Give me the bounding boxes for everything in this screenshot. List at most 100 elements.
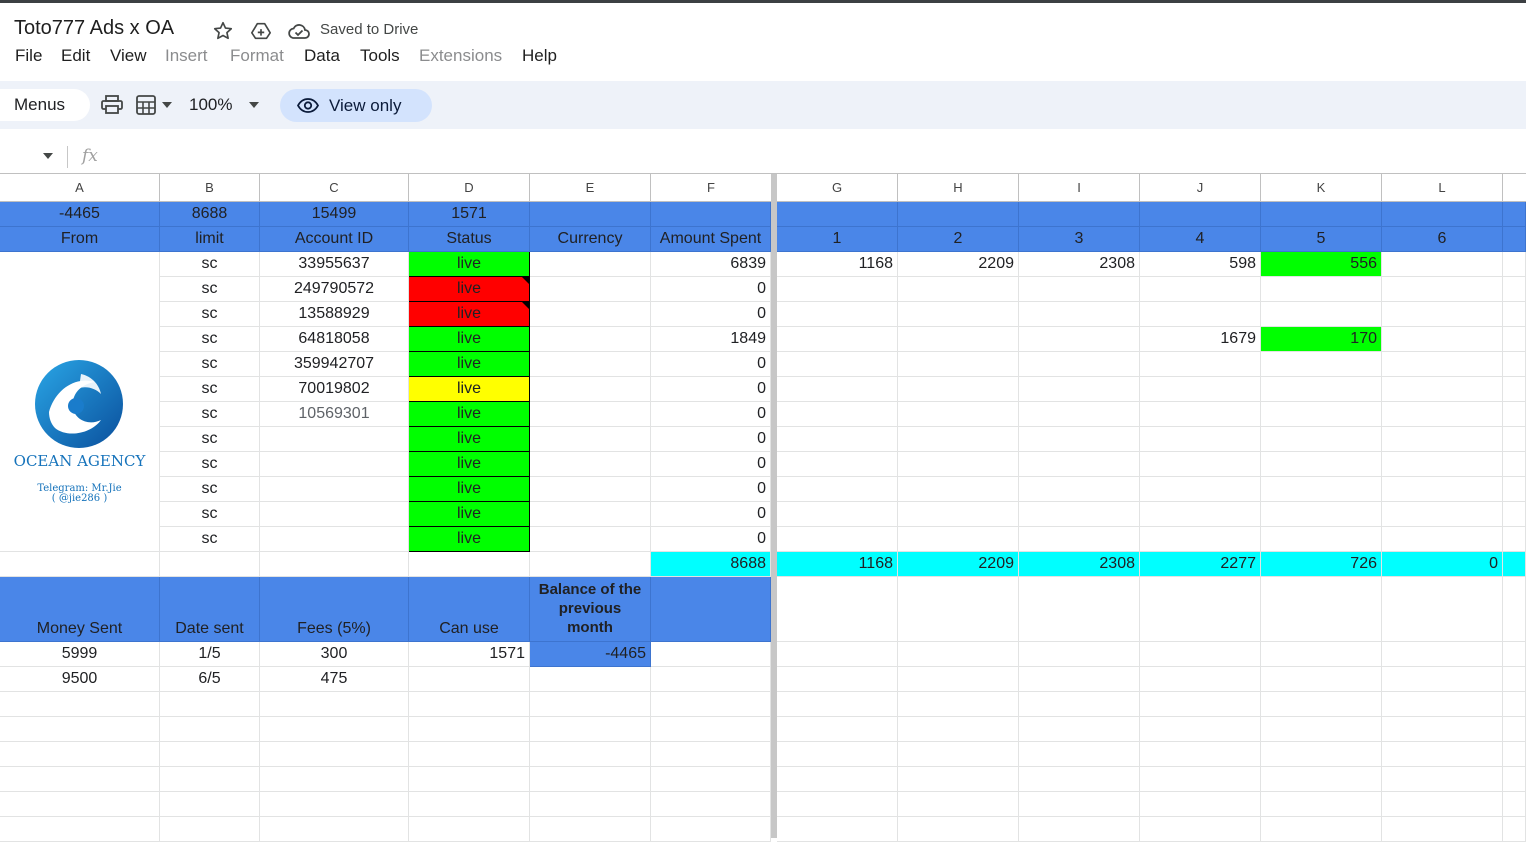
cell[interactable]	[260, 692, 409, 717]
cell[interactable]	[1503, 202, 1526, 227]
header-cell[interactable]	[1503, 227, 1526, 252]
comment-indicator[interactable]	[522, 277, 529, 284]
total-spend-cell[interactable]: 0	[1382, 552, 1503, 577]
header-cell[interactable]: 6	[1382, 227, 1503, 252]
cell[interactable]	[777, 477, 898, 502]
cell[interactable]	[777, 692, 898, 717]
cell[interactable]	[1019, 352, 1140, 377]
cell[interactable]	[160, 552, 260, 577]
cell[interactable]	[1503, 527, 1526, 552]
column-header-j[interactable]: J	[1140, 174, 1261, 202]
cell[interactable]	[1382, 427, 1503, 452]
cell[interactable]	[530, 402, 651, 427]
cell[interactable]	[777, 577, 898, 642]
cell[interactable]	[1019, 692, 1140, 717]
cell[interactable]	[1019, 502, 1140, 527]
cell[interactable]	[160, 742, 260, 767]
daily-spend-cell[interactable]: 170	[1261, 327, 1382, 352]
cell[interactable]	[1503, 352, 1526, 377]
total-cell[interactable]: 15499	[260, 202, 409, 227]
cell[interactable]	[1503, 452, 1526, 477]
cell[interactable]	[1140, 717, 1261, 742]
cell[interactable]	[1261, 502, 1382, 527]
cell[interactable]	[1140, 527, 1261, 552]
cell[interactable]	[898, 377, 1019, 402]
cell[interactable]	[1140, 642, 1261, 667]
cell[interactable]	[530, 692, 651, 717]
total-cell[interactable]: -4465	[0, 202, 160, 227]
cell[interactable]	[1019, 577, 1140, 642]
amount-spent-cell[interactable]: 0	[651, 527, 771, 552]
cell[interactable]	[1019, 642, 1140, 667]
cell[interactable]	[777, 352, 898, 377]
account-id-cell[interactable]: 13588929	[260, 302, 409, 327]
cell[interactable]	[651, 642, 771, 667]
cell[interactable]	[1261, 527, 1382, 552]
cell[interactable]	[409, 692, 530, 717]
cell[interactable]	[898, 452, 1019, 477]
cell[interactable]	[1261, 717, 1382, 742]
header-cell[interactable]: 2	[898, 227, 1019, 252]
header-cell[interactable]: 1	[777, 227, 898, 252]
payment-header-cell[interactable]: Fees (5%)	[260, 577, 409, 642]
daily-spend-cell[interactable]: 1168	[777, 252, 898, 277]
cell[interactable]	[1019, 527, 1140, 552]
cell[interactable]	[898, 477, 1019, 502]
cell[interactable]	[0, 742, 160, 767]
cell[interactable]	[530, 817, 651, 842]
cell[interactable]	[1140, 577, 1261, 642]
cell[interactable]	[1261, 742, 1382, 767]
cell[interactable]	[0, 792, 160, 817]
cell[interactable]	[777, 642, 898, 667]
cell[interactable]	[1382, 527, 1503, 552]
cell[interactable]	[898, 717, 1019, 742]
cell[interactable]	[898, 792, 1019, 817]
name-box-chevron-down-icon[interactable]	[43, 153, 53, 159]
cell[interactable]	[0, 552, 160, 577]
cell[interactable]	[0, 717, 160, 742]
column-header-b[interactable]: B	[160, 174, 260, 202]
cell[interactable]	[1382, 767, 1503, 792]
cell[interactable]	[530, 502, 651, 527]
account-id-cell[interactable]: 359942707	[260, 352, 409, 377]
account-id-cell[interactable]	[260, 452, 409, 477]
column-header-e[interactable]: E	[530, 174, 651, 202]
cell[interactable]	[1019, 202, 1140, 227]
header-cell[interactable]: 5	[1261, 227, 1382, 252]
cell[interactable]	[1503, 692, 1526, 717]
cell[interactable]	[1019, 302, 1140, 327]
cell[interactable]	[1140, 452, 1261, 477]
print-icon[interactable]	[101, 95, 123, 115]
limit-cell[interactable]: sc	[160, 302, 260, 327]
cell[interactable]	[1140, 202, 1261, 227]
cell[interactable]	[1140, 402, 1261, 427]
cell[interactable]	[777, 277, 898, 302]
cell[interactable]	[160, 792, 260, 817]
total-spend-cell[interactable]: 2277	[1140, 552, 1261, 577]
status-cell[interactable]: live	[409, 527, 530, 552]
account-id-cell[interactable]	[260, 477, 409, 502]
daily-spend-cell[interactable]: 598	[1140, 252, 1261, 277]
status-cell[interactable]: live	[409, 327, 530, 352]
money-sent-cell[interactable]: 5999	[0, 642, 160, 667]
cell[interactable]	[530, 302, 651, 327]
cell[interactable]	[1503, 742, 1526, 767]
cell[interactable]	[1382, 302, 1503, 327]
column-header-m[interactable]	[1503, 174, 1526, 202]
cell[interactable]	[651, 767, 771, 792]
money-sent-cell[interactable]: 9500	[0, 667, 160, 692]
daily-spend-cell[interactable]: 2308	[1019, 252, 1140, 277]
column-header-g[interactable]: G	[777, 174, 898, 202]
cell[interactable]	[777, 792, 898, 817]
total-cell[interactable]: 8688	[160, 202, 260, 227]
daily-spend-cell[interactable]	[777, 327, 898, 352]
cell[interactable]	[1503, 302, 1526, 327]
menu-file[interactable]: File	[15, 46, 42, 66]
cell[interactable]	[1503, 402, 1526, 427]
cell[interactable]	[530, 452, 651, 477]
cell[interactable]	[1019, 792, 1140, 817]
status-cell[interactable]: live	[409, 352, 530, 377]
total-spend-cell[interactable]: 1168	[777, 552, 898, 577]
daily-spend-cell[interactable]	[1382, 327, 1503, 352]
cell[interactable]	[530, 717, 651, 742]
